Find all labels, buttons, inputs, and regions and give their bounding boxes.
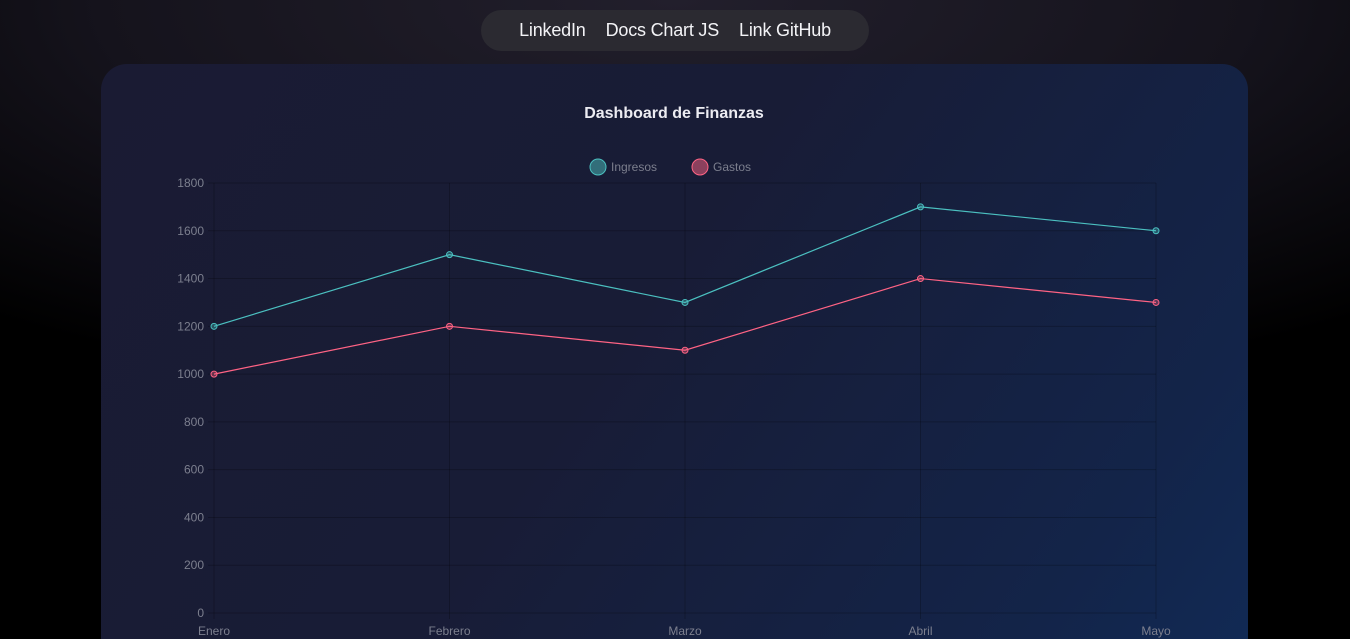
legend-swatch[interactable]	[691, 158, 709, 176]
data-point-gastos	[1152, 298, 1160, 306]
legend-item-gastos[interactable]: Gastos	[691, 158, 751, 176]
line-chart: Dashboard de Finanzas 0 200 400 600 800 1000 1…	[177, 105, 1171, 638]
legend-item-ingresos[interactable]: Ingresos	[589, 158, 657, 176]
linkedin-link[interactable]: LinkedIn	[519, 20, 586, 41]
axes: 0 200 400 600 800 1000 1200 1400 1600 1800 Enero Fe…	[177, 176, 1171, 638]
y-tick-label: 200	[184, 558, 204, 572]
github-link[interactable]: Link GitHub	[739, 20, 831, 41]
y-tick-label: 1200	[177, 319, 204, 333]
chart-title: Dashboard de Finanzas	[584, 105, 764, 122]
legend-swatch[interactable]	[589, 158, 607, 176]
y-tick-label: 600	[184, 463, 204, 477]
grid	[208, 182, 1157, 619]
x-tick-label: Febrero	[428, 624, 470, 638]
y-tick-label: 0	[197, 606, 204, 620]
data-point-ingresos	[917, 203, 924, 211]
legend-label[interactable]: Gastos	[713, 160, 751, 174]
data-point-ingresos	[681, 298, 689, 306]
legend[interactable]: Ingresos Gastos	[589, 158, 751, 176]
x-tick-label: Marzo	[668, 624, 702, 638]
top-nav: LinkedIn Docs Chart JS Link GitHub	[481, 10, 869, 51]
x-tick-label: Enero	[198, 624, 230, 638]
data-point-gastos	[210, 370, 218, 378]
y-tick-label: 1600	[177, 224, 204, 238]
y-tick-label: 1400	[177, 272, 204, 286]
data-point-gastos	[446, 322, 453, 330]
data-point-gastos	[917, 275, 924, 283]
data-point-ingresos	[210, 322, 218, 330]
x-tick-label: Abril	[908, 624, 932, 638]
y-tick-label: 1000	[177, 367, 204, 381]
data-point-ingresos	[446, 251, 453, 259]
chart-card: Dashboard de Finanzas 0 200 400 600 800 1000 1…	[101, 64, 1248, 639]
docs-chart-js-link[interactable]: Docs Chart JS	[606, 20, 720, 41]
legend-label[interactable]: Ingresos	[611, 160, 657, 174]
data-point-ingresos	[1152, 227, 1160, 235]
y-tick-label: 1800	[177, 176, 204, 190]
y-tick-label: 400	[184, 510, 204, 524]
y-tick-label: 800	[184, 415, 204, 429]
x-tick-label: Mayo	[1141, 624, 1171, 638]
data-point-gastos	[681, 346, 689, 354]
